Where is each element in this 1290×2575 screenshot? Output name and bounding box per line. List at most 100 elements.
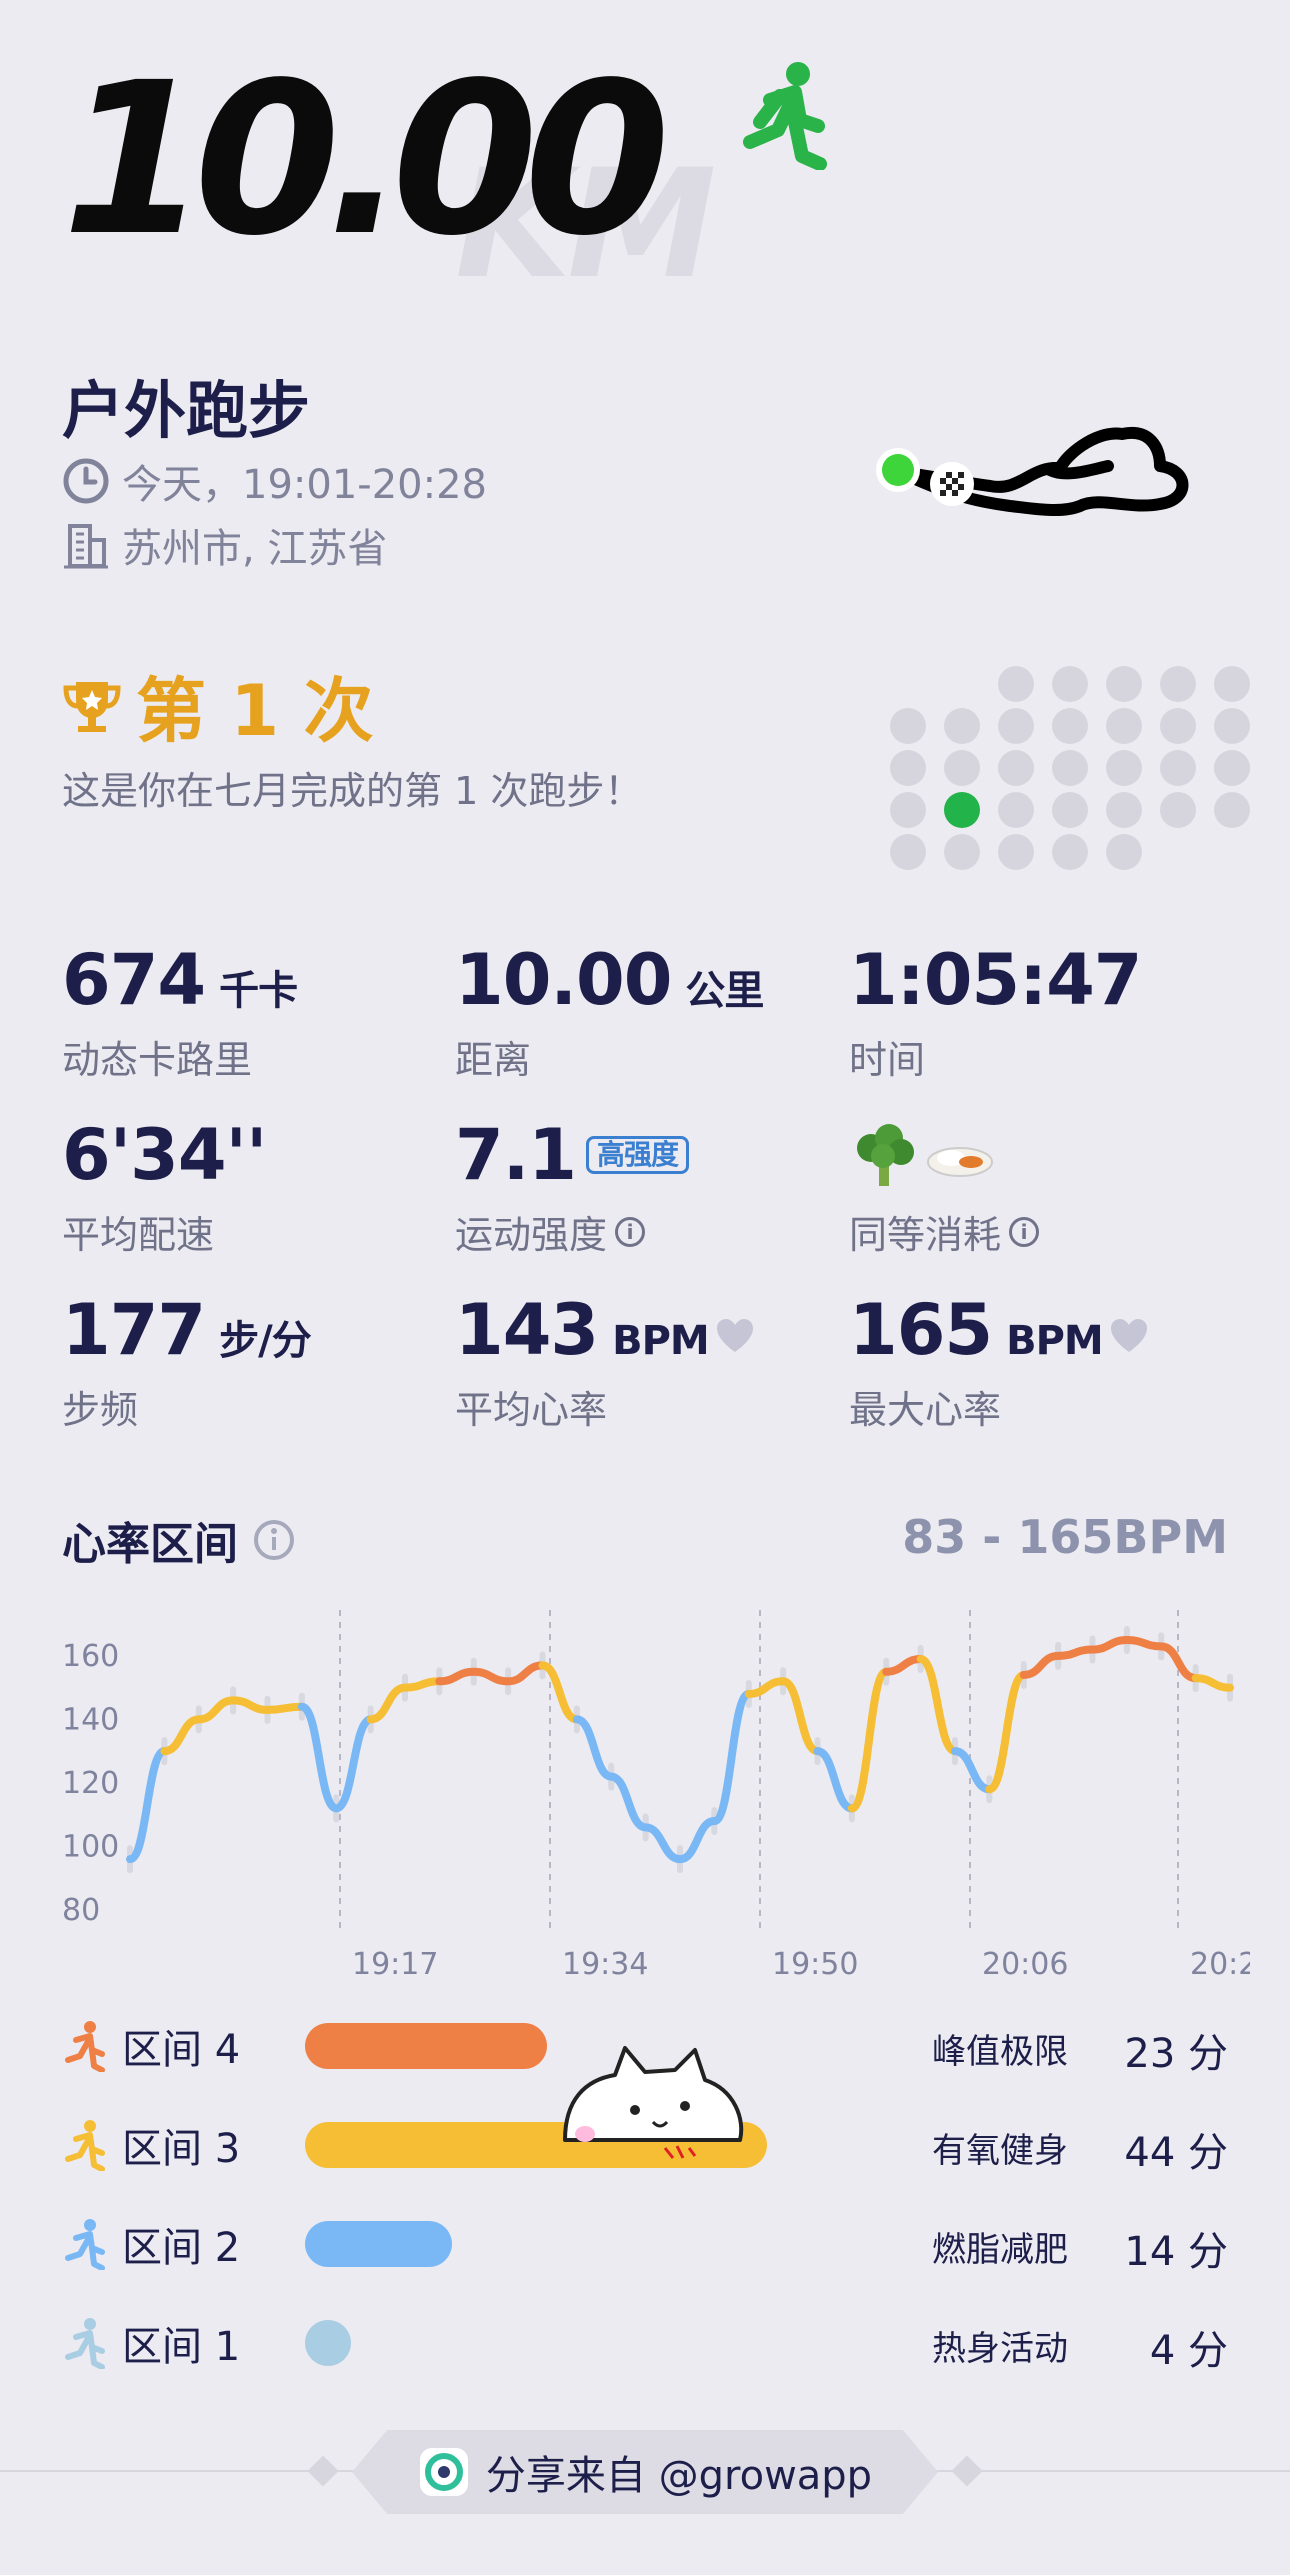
stat-label-row: 距离 [455, 1029, 763, 1084]
zone-row: 区间 4 [62, 2016, 272, 2076]
clock-icon [63, 458, 109, 504]
zone-name: 燃脂减肥 [932, 2230, 1068, 2270]
calendar-dot [1052, 792, 1088, 828]
hr-line-segment [1054, 1645, 1097, 1660]
calendar-dot [1052, 666, 1088, 702]
stat-value-row: 1:05:47 [849, 939, 1143, 1021]
calendar-dot [1106, 666, 1142, 702]
calendar-dot [998, 708, 1034, 744]
hr-line-segment [263, 1702, 306, 1714]
heart-icon [716, 1319, 753, 1352]
hr-line-segment [779, 1677, 822, 1756]
achievement-subtitle: 这是你在七月完成的第 1 次跑步！ [62, 769, 643, 813]
calendar-dot [998, 834, 1034, 870]
hr-line-segment [676, 1817, 719, 1864]
stat-value: 7.1 [455, 1114, 577, 1196]
stat-label: 平均心率 [455, 1388, 608, 1432]
calendar-dot [944, 750, 980, 786]
growapp-logo-icon [419, 2448, 468, 2496]
hr-line-segment [126, 1747, 169, 1864]
y-tick-label: 160 [62, 1639, 119, 1674]
activity-title: 户外跑步 [62, 374, 311, 447]
hr-line-segment [916, 1655, 959, 1756]
location-row: 苏州市, 江苏省 [62, 516, 387, 574]
stat-value-row: 674 千卡 [62, 945, 298, 1015]
calendar-dot [1160, 792, 1196, 828]
stat-label: 距离 [455, 1038, 532, 1082]
calendar-dot-active [944, 792, 980, 828]
zone-label: 区间 1 [122, 2324, 241, 2370]
calendar-dot [1106, 708, 1142, 744]
stat-label: 动态卡路里 [62, 1038, 253, 1082]
zone-row: 区间 2 [62, 2214, 272, 2274]
y-tick-label: 100 [62, 1829, 119, 1864]
y-tick-label: 120 [62, 1766, 119, 1801]
info-icon[interactable]: i [615, 1216, 646, 1247]
heart-rate-chart: 80 100 120 140 160 19:17 19:34 19:50 20:06 20:23 [62, 1610, 1250, 1980]
time-row: 今天，19:01-20:28 [62, 452, 487, 510]
hr-line-segment [744, 1677, 788, 1698]
zone-label: 区间 4 [122, 2027, 241, 2073]
stat-label-row: 平均配速 [62, 1204, 266, 1259]
calendar-dot [1160, 708, 1196, 744]
stat-label: 时间 [849, 1038, 926, 1082]
achievement-title: 第 1 次 [136, 670, 374, 752]
x-tick-label: 20:06 [982, 1947, 1068, 1980]
stat-0: 674 千卡动态卡路里 [62, 945, 298, 1084]
hr-line-segment [710, 1690, 753, 1826]
broccoli-icon [857, 1124, 914, 1186]
hr-title-text: 心率区间 [62, 1519, 238, 1570]
stat-value-row: 177 步/分 [62, 1289, 312, 1371]
stat-8: 165 BPM 最大心率 [849, 1295, 1149, 1434]
zone-name: 峰值极限 [932, 2032, 1068, 2072]
stat-value-row: 165 BPM [849, 1295, 1149, 1365]
calendar-dot [1052, 834, 1088, 870]
stat-value-row: 7.1 高强度 [455, 1114, 690, 1196]
stat-value-row: 143 BPM [455, 1295, 755, 1365]
zone-row: 区间 3 [62, 2115, 272, 2175]
calendar-dot [1106, 792, 1142, 828]
footer-diamond-left [307, 2455, 339, 2487]
calendar-dot [890, 792, 926, 828]
calendar-dot [998, 792, 1034, 828]
zone-minutes: 4 分 [1149, 2328, 1228, 2374]
zone-label: 区间 3 [122, 2126, 241, 2172]
runner-icon [65, 2120, 105, 2171]
calendar-dot [1160, 750, 1196, 786]
calendar-dot [890, 750, 926, 786]
heart-rate-zone-title: 心率区间 [62, 1508, 296, 1572]
zone-bar [305, 2221, 452, 2267]
stat-1: 10.00 公里 距离 [455, 945, 764, 1084]
calendar-dot [1106, 834, 1142, 870]
calendar-dot [1052, 708, 1088, 744]
hr-line-segment [332, 1715, 375, 1813]
info-icon[interactable]: i [1009, 1216, 1040, 1247]
x-tick-label: 20:23 [1190, 1947, 1250, 1980]
y-tick-label: 80 [62, 1893, 100, 1928]
hr-line-segment [951, 1747, 994, 1794]
hr-line-segment [985, 1670, 1028, 1794]
info-icon[interactable] [252, 1518, 296, 1562]
calendar-dot [1214, 750, 1250, 786]
stat-label-row: 运动强度 i [455, 1204, 689, 1259]
calendar-dot [944, 708, 980, 744]
calendar-dot [890, 834, 926, 870]
stat-value-row [849, 1120, 1039, 1190]
stat-label-row: 时间 [849, 1029, 1142, 1084]
x-tick-label: 19:50 [772, 1947, 858, 1980]
y-tick-label: 140 [62, 1702, 119, 1737]
hr-line-segment [297, 1702, 341, 1813]
heart-icon [1110, 1319, 1147, 1352]
stat-label-row: 步频 [62, 1379, 311, 1434]
hr-line-segment [1088, 1636, 1131, 1654]
share-footer[interactable]: 分享来自 @growapp [352, 2430, 938, 2514]
hr-line-segment [194, 1696, 238, 1724]
stat-value: 177 [62, 1289, 206, 1371]
calendar-dot [890, 708, 926, 744]
location-text: 苏州市, 江苏省 [122, 526, 388, 572]
route-map [876, 426, 1189, 516]
stat-value: 6'34'' [62, 1114, 267, 1196]
stat-value: 1:05:47 [849, 939, 1143, 1021]
calendar-dot [944, 834, 980, 870]
distance-value: 10.00 [62, 37, 670, 282]
